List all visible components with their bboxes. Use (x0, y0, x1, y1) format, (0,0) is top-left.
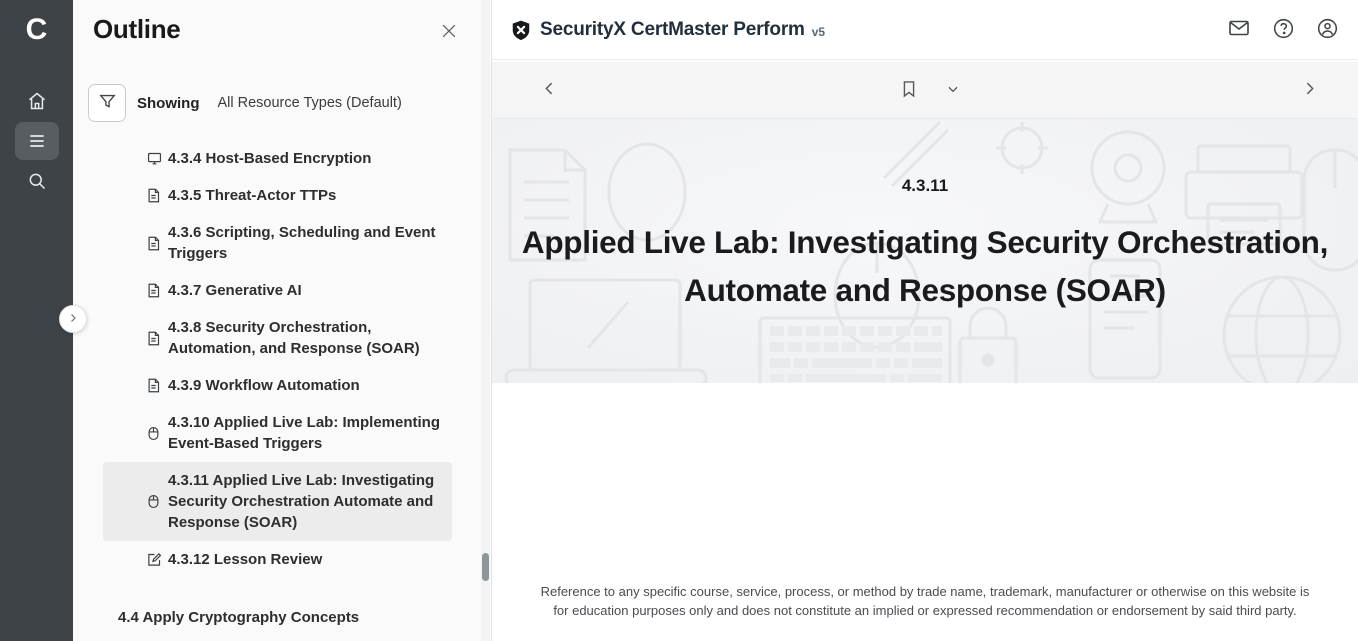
chevron-right-icon (67, 311, 79, 327)
search-icon (27, 173, 47, 188)
chevron-right-icon (1301, 85, 1318, 100)
outline-item[interactable]: 4.3.8 Security Orchestration, Automation… (103, 309, 452, 367)
home-icon (27, 93, 47, 108)
lesson-number: 4.3.11 (492, 176, 1358, 196)
monitor-icon (147, 151, 162, 166)
chevron-left-icon (541, 85, 558, 100)
bookmark-group (894, 75, 968, 105)
outline-panel-header: Outline (93, 14, 471, 54)
search-button[interactable] (15, 162, 59, 200)
user-icon (1316, 17, 1339, 43)
menu-icon (27, 133, 47, 148)
product-brand: SecurityX CertMaster Perform v5 (510, 19, 825, 41)
scrollbar-thumb[interactable] (482, 553, 489, 581)
comptia-logo: C (0, 10, 73, 50)
disclaimer-text: Reference to any specific course, servic… (535, 583, 1315, 620)
mail-icon (1227, 16, 1251, 43)
outline-panel: Outline Showing All Resource Types (Defa… (73, 0, 492, 641)
header-icons (1226, 17, 1340, 43)
lesson-banner: 4.3.11 Applied Live Lab: Investigating S… (492, 120, 1358, 383)
next-lesson-button[interactable] (1294, 75, 1324, 105)
funnel-icon (98, 92, 117, 114)
bookmark-menu-button[interactable] (938, 75, 968, 105)
panel-title: Outline (93, 14, 471, 45)
main-header: SecurityX CertMaster Perform v5 (492, 0, 1358, 60)
outline-item[interactable]: 4.3.12 Lesson Review (103, 541, 452, 578)
help-icon (1272, 17, 1295, 43)
bookmark-button[interactable] (894, 75, 924, 105)
outline-item[interactable]: 4.3.4 Host-Based Encryption (103, 140, 452, 177)
help-button[interactable] (1270, 17, 1296, 43)
document-icon (147, 283, 162, 298)
panel-collapse-button[interactable] (59, 305, 87, 333)
mouse-icon (147, 426, 162, 441)
outline-item-label: 4.3.8 Security Orchestration, Automation… (168, 317, 444, 359)
previous-lesson-button[interactable] (534, 75, 564, 105)
chevron-down-icon (946, 84, 960, 99)
outline-item[interactable]: 4.3.5 Threat-Actor TTPs (103, 177, 452, 214)
outline-item[interactable]: 4.3.6 Scripting, Scheduling and Event Tr… (103, 214, 452, 272)
outline-list: 4.3.4 Host-Based Encryption 4.3.5 Threat-… (103, 140, 452, 578)
messages-button[interactable] (1226, 17, 1252, 43)
outline-item-label: 4.3.11 Applied Live Lab: Investigating S… (168, 470, 444, 533)
outline-item-label: 4.3.7 Generative AI (168, 280, 302, 301)
home-button[interactable] (15, 82, 59, 120)
filter-row: Showing All Resource Types (Default) (88, 84, 481, 122)
outline-item-label: 4.3.10 Applied Live Lab: Implementing Ev… (168, 412, 444, 454)
outline-item-label: 4.3.9 Workflow Automation (168, 375, 360, 396)
bookmark-icon (899, 88, 919, 103)
lesson-title-line2: Automate and Response (SOAR) (492, 266, 1358, 314)
product-title: SecurityX CertMaster Perform (540, 19, 805, 41)
filter-value: All Resource Types (Default) (218, 95, 402, 111)
account-button[interactable] (1314, 17, 1340, 43)
showing-label: Showing (137, 95, 200, 112)
outline-item[interactable]: 4.3.10 Applied Live Lab: Implementing Ev… (103, 404, 452, 462)
outline-item-label: 4.3.4 Host-Based Encryption (168, 148, 371, 169)
document-icon (147, 188, 162, 203)
outline-button[interactable] (15, 122, 59, 160)
lesson-navigation (492, 62, 1358, 118)
close-icon (439, 29, 459, 44)
filter-button[interactable] (88, 84, 126, 122)
outline-next-section[interactable]: 4.4 Apply Cryptography Concepts (118, 609, 359, 626)
product-version: v5 (812, 25, 825, 39)
outline-item[interactable]: 4.3.9 Workflow Automation (103, 367, 452, 404)
pencil-icon (147, 552, 162, 567)
outline-item-label: 4.3.5 Threat-Actor TTPs (168, 185, 336, 206)
close-panel-button[interactable] (435, 18, 463, 46)
app-root: C Outline (0, 0, 1358, 641)
outline-item-label: 4.3.6 Scripting, Scheduling and Event Tr… (168, 222, 444, 264)
document-icon (147, 331, 162, 346)
outline-scrollbar[interactable] (481, 0, 490, 641)
mouse-icon (147, 494, 162, 509)
lesson-title: Applied Live Lab: Investigating Security… (492, 218, 1358, 314)
outline-item-label: 4.3.12 Lesson Review (168, 549, 322, 570)
document-icon (147, 236, 162, 251)
securityx-shield-icon (510, 19, 532, 41)
outline-item[interactable]: 4.3.11 Applied Live Lab: Investigating S… (103, 462, 452, 541)
outline-item[interactable]: 4.3.7 Generative AI (103, 272, 452, 309)
main-content: SecurityX CertMaster Perform v5 (492, 0, 1358, 641)
lesson-title-line1: Applied Live Lab: Investigating Security… (492, 218, 1358, 266)
document-icon (147, 378, 162, 393)
